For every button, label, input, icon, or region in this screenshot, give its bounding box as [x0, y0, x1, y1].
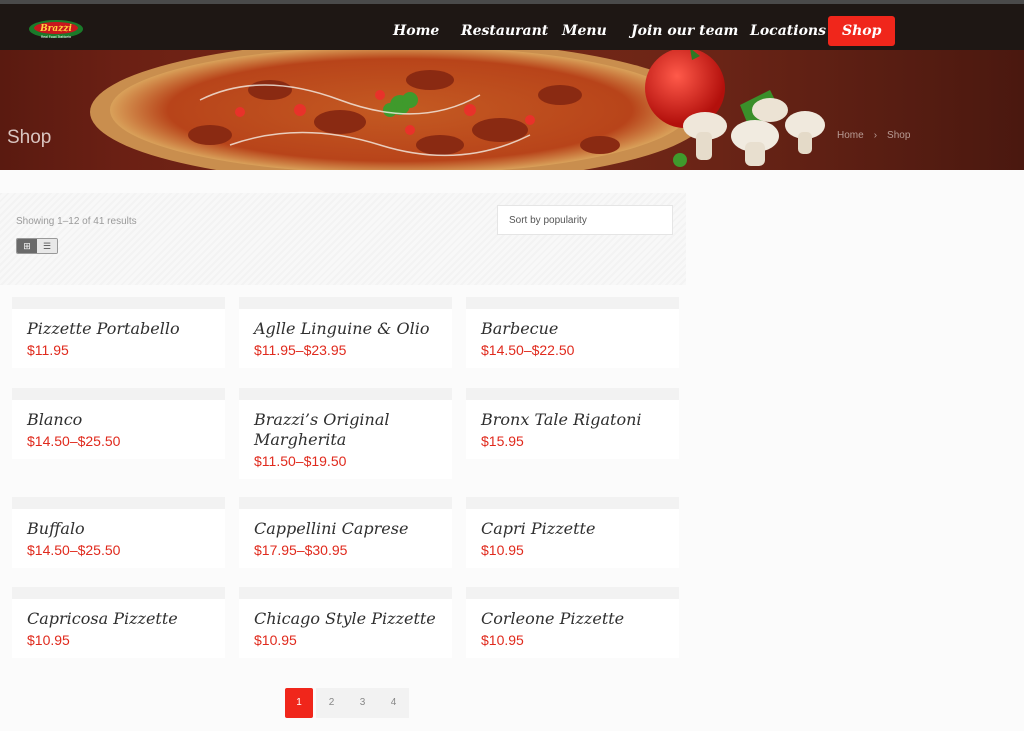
product-name[interactable]: Pizzette Portabello [27, 319, 225, 339]
page-2-button[interactable]: 2 [316, 688, 347, 718]
product-image[interactable] [239, 497, 452, 509]
product-price: $14.50–$25.50 [27, 433, 121, 449]
page-banner: Shop Home › Shop [0, 50, 1024, 170]
product-name[interactable]: Chicago Style Pizzette [254, 609, 452, 629]
product-price: $11.95–$23.95 [254, 342, 347, 358]
page-4-button[interactable]: 4 [378, 688, 409, 718]
product-card[interactable]: Cappellini Caprese $17.95–$30.95 [239, 497, 452, 568]
grid-view-icon[interactable]: ⊞ [17, 239, 37, 253]
product-card[interactable]: Buffalo $14.50–$25.50 [12, 497, 225, 568]
product-card[interactable]: Pizzette Portabello $11.95 [12, 297, 225, 368]
product-price: $15.95 [481, 433, 524, 449]
page-1-button[interactable]: 1 [285, 688, 313, 718]
product-price: $10.95 [481, 542, 524, 558]
brazzi-logo[interactable]: Brazzi Real Food Trattoria [28, 18, 84, 40]
page-title: Shop [7, 127, 52, 148]
product-card[interactable]: Aglle Linguine & Olio $11.95–$23.95 [239, 297, 452, 368]
product-image[interactable] [12, 497, 225, 509]
product-image[interactable] [466, 497, 679, 509]
product-name[interactable]: Brazzi’s Original Margherita [254, 410, 452, 450]
product-price: $14.50–$25.50 [27, 542, 121, 558]
product-name[interactable]: Blanco [27, 410, 225, 430]
breadcrumb-separator: › [873, 130, 878, 141]
product-name[interactable]: Corleone Pizzette [481, 609, 679, 629]
breadcrumb-current: Shop [887, 130, 911, 141]
product-name[interactable]: Cappellini Caprese [254, 519, 452, 539]
product-card[interactable]: Capricosa Pizzette $10.95 [12, 587, 225, 658]
product-name[interactable]: Aglle Linguine & Olio [254, 319, 452, 339]
product-name[interactable]: Bronx Tale Rigatoni [481, 410, 679, 430]
product-price: $17.95–$30.95 [254, 542, 348, 558]
nav-menu[interactable]: Menu [562, 16, 607, 46]
pizza-banner-image [90, 50, 825, 170]
product-image[interactable] [12, 587, 225, 599]
nav-home[interactable]: Home [393, 16, 439, 46]
navbar: Brazzi Real Food Trattoria Home Restaura… [0, 4, 1024, 50]
product-price: $10.95 [254, 632, 297, 648]
product-card[interactable]: Barbecue $14.50–$22.50 [466, 297, 679, 368]
breadcrumb: Home › Shop [837, 130, 920, 141]
product-name[interactable]: Capricosa Pizzette [27, 609, 225, 629]
product-card[interactable]: Brazzi’s Original Margherita $11.50–$19.5… [239, 388, 452, 479]
product-name[interactable]: Capri Pizzette [481, 519, 679, 539]
nav-locations[interactable]: Locations [750, 16, 826, 46]
product-name[interactable]: Barbecue [481, 319, 679, 339]
product-card[interactable]: Blanco $14.50–$25.50 [12, 388, 225, 459]
result-count: Showing 1–12 of 41 results [16, 216, 137, 227]
product-image[interactable] [12, 388, 225, 400]
sort-select[interactable]: Sort by popularity [497, 205, 673, 235]
product-price: $11.50–$19.50 [254, 453, 347, 469]
nav-join-our-team[interactable]: Join our team [631, 16, 738, 46]
product-price: $11.95 [27, 342, 69, 358]
product-image[interactable] [239, 587, 452, 599]
product-card[interactable]: Chicago Style Pizzette $10.95 [239, 587, 452, 658]
view-toggle: ⊞ ☰ [16, 238, 58, 254]
pagination: 1 2 3 4 [285, 688, 409, 718]
product-card[interactable]: Capri Pizzette $10.95 [466, 497, 679, 568]
svg-text:Brazzi: Brazzi [39, 24, 72, 34]
product-card[interactable]: Bronx Tale Rigatoni $15.95 [466, 388, 679, 459]
product-image[interactable] [466, 388, 679, 400]
product-price: $10.95 [481, 632, 524, 648]
product-image[interactable] [466, 587, 679, 599]
svg-text:Real Food Trattoria: Real Food Trattoria [41, 35, 71, 39]
list-view-icon[interactable]: ☰ [37, 239, 57, 253]
nav-shop-button[interactable]: Shop [828, 16, 896, 46]
product-price: $10.95 [27, 632, 70, 648]
page-3-button[interactable]: 3 [347, 688, 378, 718]
product-name[interactable]: Buffalo [27, 519, 225, 539]
product-image[interactable] [466, 297, 679, 309]
product-price: $14.50–$22.50 [481, 342, 575, 358]
nav-restaurant[interactable]: Restaurant [461, 16, 548, 46]
breadcrumb-home[interactable]: Home [837, 130, 864, 141]
product-image[interactable] [239, 388, 452, 400]
product-image[interactable] [12, 297, 225, 309]
product-image[interactable] [239, 297, 452, 309]
product-card[interactable]: Corleone Pizzette $10.95 [466, 587, 679, 658]
